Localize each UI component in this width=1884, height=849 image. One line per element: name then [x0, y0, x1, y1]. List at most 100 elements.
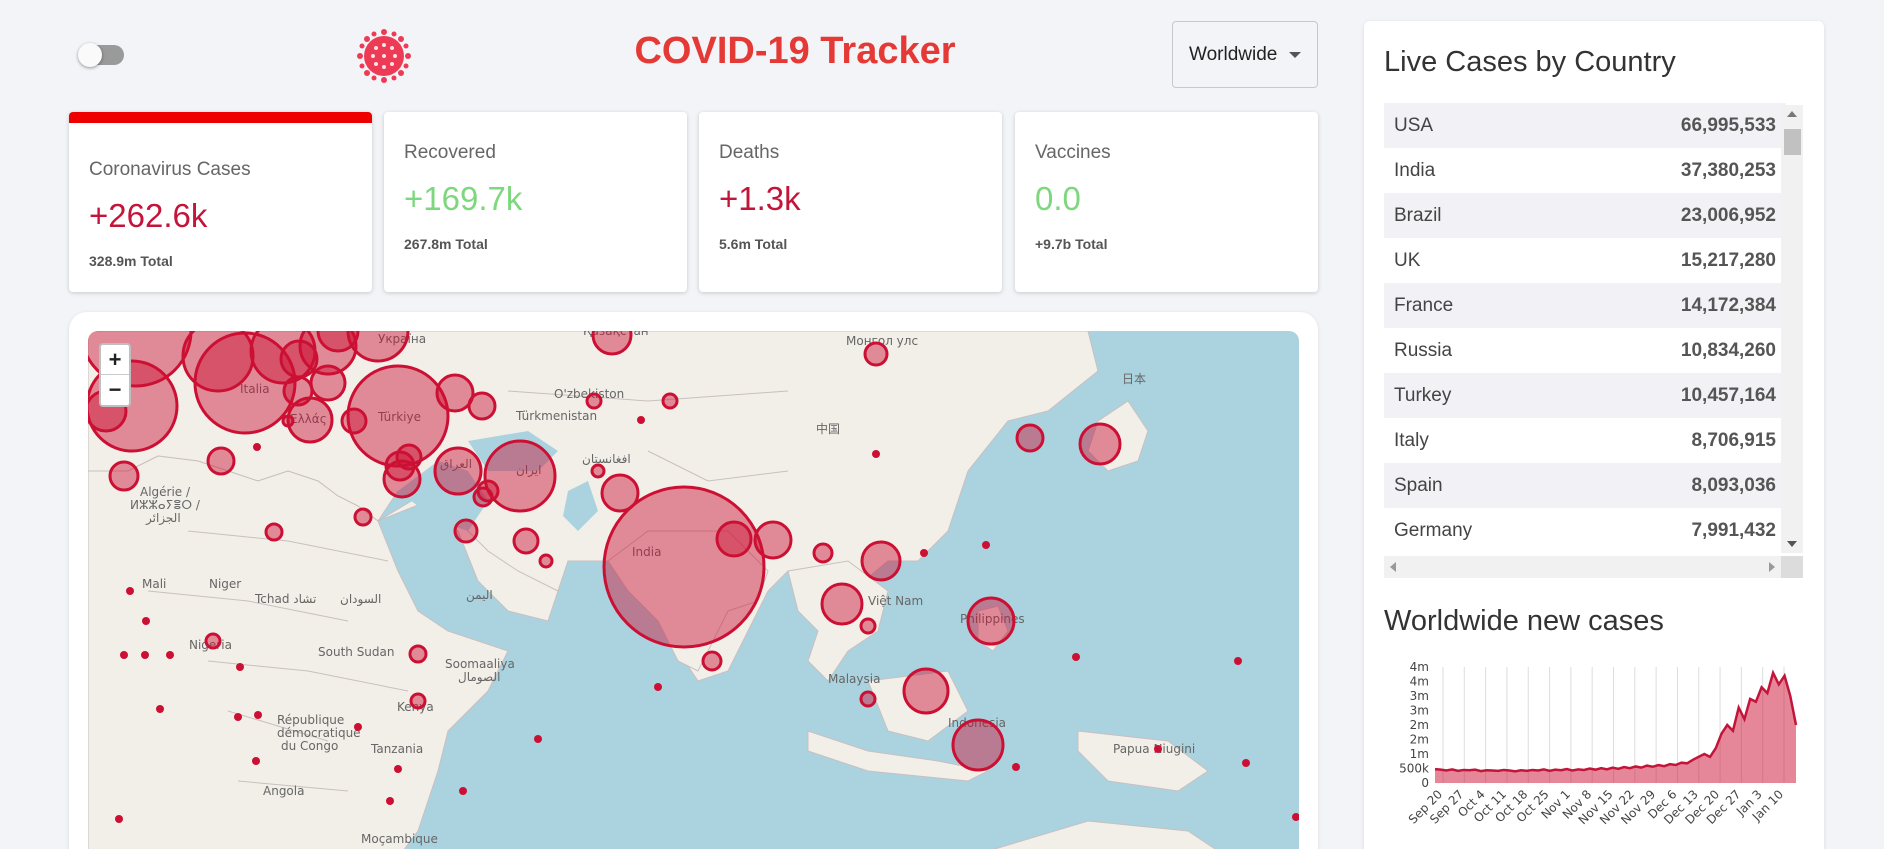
svg-text:Angola: Angola: [263, 784, 304, 798]
table-row: UK 15,217,280: [1384, 238, 1786, 283]
svg-text:South Sudan: South Sudan: [318, 645, 395, 659]
country-cases: 14,172,384: [1680, 294, 1776, 316]
toggle-knob: [78, 43, 102, 67]
stat-value: +262.6k: [89, 197, 208, 234]
svg-text:افغانستان: افغانستان: [582, 452, 631, 466]
svg-text:中国: 中国: [816, 421, 840, 436]
stat-total: 328.9m Total: [89, 253, 173, 269]
svg-text:Việt Nam: Việt Nam: [868, 594, 923, 608]
country-name: Russia: [1394, 339, 1453, 361]
vertical-scrollbar[interactable]: [1781, 105, 1803, 553]
stat-label: Coronavirus Cases: [89, 159, 251, 180]
scroll-right-icon[interactable]: [1769, 562, 1775, 572]
svg-text:Malaysia: Malaysia: [828, 672, 880, 686]
scroll-left-icon[interactable]: [1390, 562, 1396, 572]
zoom-control: + −: [99, 343, 131, 407]
table-row: France 14,172,384: [1384, 283, 1786, 328]
country-name: Brazil: [1394, 204, 1442, 226]
country-cases: 8,706,915: [1691, 429, 1776, 451]
country-cases: 7,991,432: [1691, 519, 1776, 541]
svg-text:Mali: Mali: [142, 577, 166, 591]
svg-text:Tchad تشاد: Tchad تشاد: [254, 592, 316, 606]
country-cases: 23,006,952: [1680, 204, 1776, 226]
country-select[interactable]: Worldwide: [1172, 21, 1318, 88]
svg-text:الجزائر: الجزائر: [145, 511, 181, 526]
world-map[interactable]: India Türkiye ایران Algérie / ⵍⵣⵣⴰⵢⴻⵔ / …: [88, 331, 1299, 849]
svg-text:الصومال: الصومال: [458, 670, 500, 685]
y-tick-label: 4m: [1410, 675, 1429, 689]
scroll-up-icon[interactable]: [1787, 111, 1797, 117]
virus-icon: [357, 29, 411, 83]
live-cases-title: Live Cases by Country: [1384, 46, 1676, 78]
map-canvas: India Türkiye ایران Algérie / ⵍⵣⵣⴰⵢⴻⵔ / …: [88, 331, 1299, 849]
stat-card-recovered[interactable]: Recovered +169.7k 267.8m Total: [384, 112, 687, 292]
svg-text:日本: 日本: [1122, 372, 1146, 386]
country-cases: 10,834,260: [1680, 339, 1776, 361]
stat-value: 0.0: [1035, 180, 1081, 217]
stat-total: 5.6m Total: [719, 236, 788, 252]
scroll-thumb[interactable]: [1784, 129, 1801, 155]
svg-text:Niger: Niger: [209, 577, 241, 591]
stat-total: 267.8m Total: [404, 236, 488, 252]
stat-value: +1.3k: [719, 180, 801, 217]
y-tick-label: 2m: [1410, 733, 1429, 747]
scrollbar-corner: [1781, 556, 1803, 578]
stat-label: Recovered: [404, 142, 496, 163]
zoom-in-button[interactable]: +: [101, 345, 129, 375]
y-tick-label: 1m: [1410, 747, 1429, 761]
stat-label: Deaths: [719, 142, 780, 163]
theme-toggle[interactable]: [78, 43, 124, 67]
country-name: France: [1394, 294, 1454, 316]
svg-text:démocratique: démocratique: [277, 726, 361, 740]
table-row: Russia 10,834,260: [1384, 328, 1786, 373]
stat-total: +9.7b Total: [1035, 236, 1108, 252]
svg-text:du Congo: du Congo: [281, 739, 338, 753]
svg-text:Moçambique: Moçambique: [361, 832, 438, 846]
table-row: USA 66,995,533: [1384, 103, 1786, 148]
country-name: USA: [1394, 114, 1434, 136]
country-cases: 8,093,036: [1691, 474, 1776, 496]
stat-value: +169.7k: [404, 180, 523, 217]
table-row: Germany 7,991,432: [1384, 508, 1786, 553]
country-cases: 66,995,533: [1680, 114, 1776, 136]
y-tick-label: 3m: [1410, 704, 1429, 718]
table-row: India 37,380,253: [1384, 148, 1786, 193]
y-tick-label: 500k: [1399, 762, 1429, 776]
table-row: Spain 8,093,036: [1384, 463, 1786, 508]
country-select-value: Worldwide: [1189, 43, 1278, 65]
svg-text:اليمن: اليمن: [466, 588, 493, 603]
app-title: COVID-19 Tracker: [634, 30, 956, 72]
country-name: India: [1394, 159, 1436, 181]
country-name: Italy: [1394, 429, 1429, 451]
y-tick-label: 4m: [1410, 660, 1429, 674]
country-name: Turkey: [1394, 384, 1452, 406]
svg-text:Soomaaliya: Soomaaliya: [445, 657, 515, 671]
chevron-down-icon: [1289, 51, 1302, 58]
country-name: Spain: [1394, 474, 1443, 496]
horizontal-scrollbar[interactable]: [1384, 556, 1781, 578]
svg-text:Tanzania: Tanzania: [370, 742, 423, 756]
new-cases-chart: Sep 20Sep 27Oct 4Oct 11Oct 18Oct 25Nov 1…: [1399, 660, 1798, 827]
live-cases-table[interactable]: USA 66,995,533 India 37,380,253 Brazil 23,0…: [1384, 103, 1786, 555]
country-cases: 15,217,280: [1680, 249, 1776, 271]
zoom-out-button[interactable]: −: [101, 375, 129, 405]
y-tick-label: 2m: [1410, 718, 1429, 732]
country-cases: 10,457,164: [1680, 384, 1776, 406]
stat-label: Vaccines: [1035, 142, 1111, 163]
country-name: UK: [1394, 249, 1421, 271]
stat-card-cases[interactable]: Coronavirus Cases +262.6k 328.9m Total: [69, 112, 372, 292]
table-row: Turkey 10,457,164: [1384, 373, 1786, 418]
svg-text:République: République: [277, 713, 344, 727]
svg-text:السودان: السودان: [340, 592, 381, 607]
svg-text:ⵍⵣⵣⴰⵢⴻⵔ /: ⵍⵣⵣⴰⵢⴻⵔ /: [130, 498, 201, 512]
table-row: Brazil 23,006,952: [1384, 193, 1786, 238]
stat-card-deaths[interactable]: Deaths +1.3k 5.6m Total: [699, 112, 1002, 292]
scroll-down-icon[interactable]: [1787, 541, 1797, 547]
svg-text:Algérie /: Algérie /: [140, 485, 191, 499]
y-tick-label: 0: [1421, 776, 1429, 790]
new-cases-title: Worldwide new cases: [1384, 605, 1664, 637]
stat-card-vaccines[interactable]: Vaccines 0.0 +9.7b Total: [1015, 112, 1318, 292]
y-tick-label: 3m: [1410, 689, 1429, 703]
table-row: Italy 8,706,915: [1384, 418, 1786, 463]
country-name: Germany: [1394, 519, 1473, 541]
